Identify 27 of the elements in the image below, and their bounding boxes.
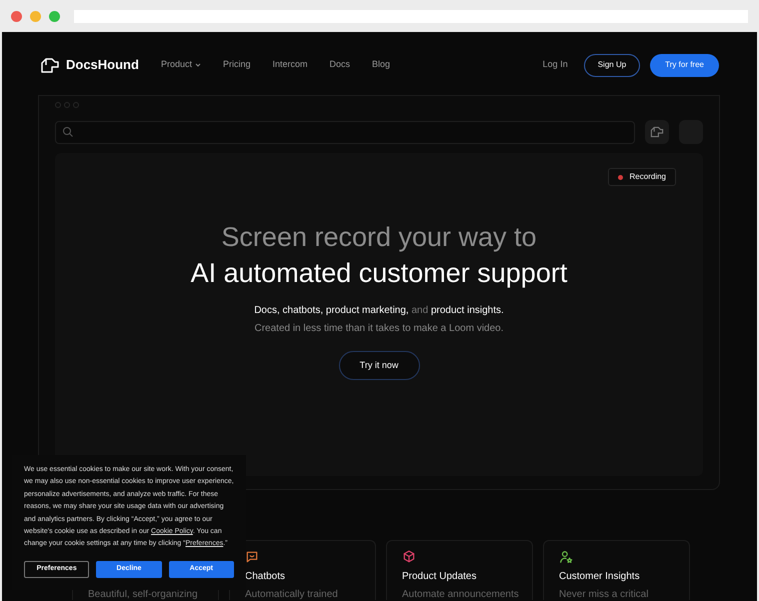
hero-subtitle: Docs, chatbots, product marketing, and product insights. [254,304,504,318]
dog-logo-icon [40,56,60,74]
try-it-now-button[interactable]: Try it now [338,351,420,380]
hero-title: AI automated customer support [190,257,568,290]
hero-title: Screen record your way to [221,221,537,254]
feature-description: Beautiful, self-organizing [88,589,199,600]
feature-title: Chatbots [245,571,286,583]
logo-button[interactable] [645,120,669,144]
feature-title: Product Updates [402,571,478,583]
login-link[interactable]: Log In [542,58,568,72]
brand-name[interactable]: DocsHound [66,55,139,75]
feature-description: Automate announcements [402,589,520,600]
nav-link[interactable]: Docs [330,58,350,72]
dog-logo-icon [650,126,664,138]
feature-description: Never miss a critical [559,589,650,600]
try-for-free-button[interactable]: Try for free [650,54,719,76]
search-field[interactable] [55,120,635,144]
feature-description: Automatically trained [245,589,339,600]
recording-label: Recording [630,171,666,183]
nav-link[interactable]: Intercom [272,58,308,72]
sign-up-button[interactable]: Sign Up [584,54,640,76]
feature-title: Customer Insights [559,571,641,583]
search-icon [62,126,74,138]
nav-link[interactable]: Product [160,58,201,72]
nav-link[interactable]: Blog [372,58,390,72]
nav-link[interactable]: Pricing [222,58,250,72]
hero-note: Created in less time than it takes to make a Loom video. [254,322,504,336]
